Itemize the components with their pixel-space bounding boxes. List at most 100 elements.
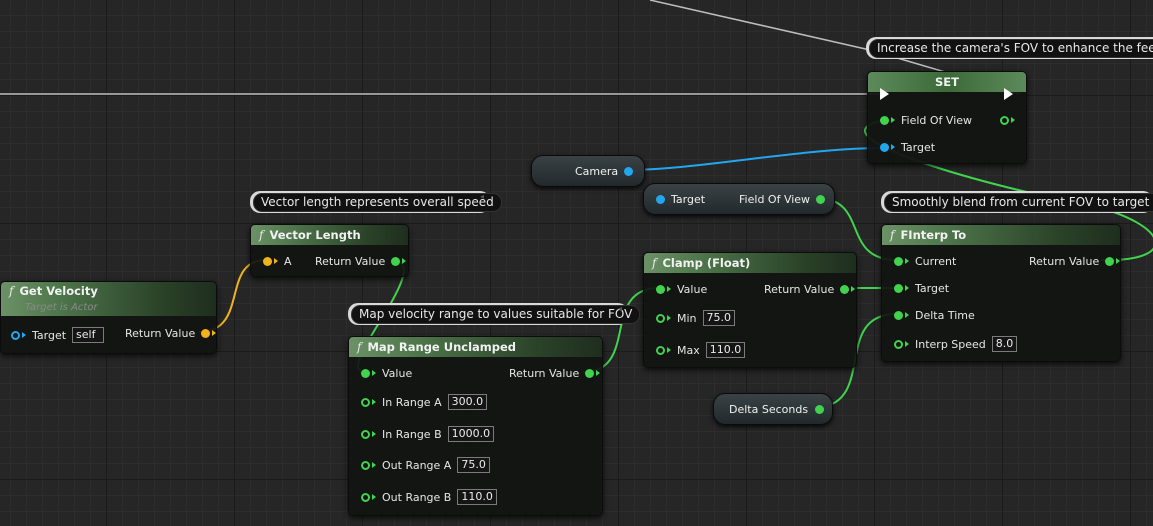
map-range-title: Map Range Unclamped <box>367 340 517 354</box>
float-pin-icon[interactable] <box>656 345 665 355</box>
delta-seconds-node[interactable]: Delta Seconds <box>713 393 833 425</box>
camera-wire <box>623 147 885 171</box>
float-pin-icon[interactable] <box>361 460 370 470</box>
get-velocity-target-label: Target <box>32 328 67 342</box>
clamp-min-value[interactable]: 75.0 <box>702 310 736 326</box>
clamp-value-row[interactable]: Value <box>656 281 707 297</box>
self-value-box[interactable]: self <box>72 327 105 343</box>
out-range-a-value[interactable]: 75.0 <box>457 457 490 473</box>
float-pin-icon[interactable] <box>880 115 889 125</box>
comment-speed[interactable]: Vector length represents overall speed ◂ <box>250 191 502 213</box>
clamp-return-label: Return Value <box>764 282 835 296</box>
float-pin-icon[interactable] <box>894 339 903 349</box>
comment-fov-text: Increase the camera's FOV to enhance the… <box>869 38 1153 58</box>
finterp-header: f FInterp To <box>882 225 1120 245</box>
float-pin-icon[interactable] <box>361 492 370 502</box>
collapse-icon[interactable]: ◂ <box>480 193 487 201</box>
float-pin-icon[interactable] <box>585 368 595 378</box>
vector-length-return-row[interactable]: Return Value <box>315 253 407 269</box>
vector-length-return-label: Return Value <box>315 254 386 268</box>
map-range-in-b-row[interactable]: In Range B 1000.0 <box>361 426 495 442</box>
clamp-min-label: Min <box>677 311 697 325</box>
float-pin-icon[interactable] <box>840 284 850 294</box>
float-pin-icon[interactable] <box>361 429 370 439</box>
float-pin-icon[interactable] <box>1105 256 1115 266</box>
float-pin-icon[interactable] <box>361 397 370 407</box>
map-range-out-b-row[interactable]: Out Range B 110.0 <box>361 489 497 505</box>
finterp-delta-row[interactable]: Delta Time <box>894 307 975 323</box>
object-pin-icon[interactable] <box>11 330 20 340</box>
comment-speed-text: Vector length represents overall speed <box>253 192 502 212</box>
finterp-current-label: Current <box>915 254 957 268</box>
clamp-max-value[interactable]: 110.0 <box>705 342 746 358</box>
set-node-title: SET <box>935 75 959 89</box>
set-fov-pin-row[interactable]: Field Of View <box>880 112 972 128</box>
get-velocity-node[interactable]: f Get Velocity Target is Actor Target se… <box>0 281 217 354</box>
float-pin-icon[interactable] <box>656 313 665 323</box>
fov-getter-node[interactable]: Target Field Of View <box>643 183 835 215</box>
function-icon: f <box>890 228 895 242</box>
map-range-out-a-label: Out Range A <box>382 458 452 472</box>
set-target-pin-row[interactable]: Target <box>880 139 935 155</box>
camera-label: Camera <box>575 164 619 178</box>
map-range-in-a-label: In Range A <box>382 395 442 409</box>
interp-speed-value[interactable]: 8.0 <box>991 336 1018 352</box>
finterp-return-label: Return Value <box>1029 254 1100 268</box>
finterp-current-row[interactable]: Current <box>894 253 956 269</box>
in-range-a-value[interactable]: 300.0 <box>447 394 488 410</box>
float-out-pin-icon[interactable] <box>1000 115 1009 125</box>
map-range-out-b-label: Out Range B <box>382 490 452 504</box>
float-pin-icon[interactable] <box>894 256 903 266</box>
set-fov-out-row[interactable] <box>1000 112 1015 128</box>
float-pin-icon[interactable] <box>656 284 665 294</box>
finterp-delta-label: Delta Time <box>915 308 975 322</box>
get-velocity-return-row[interactable]: Return Value <box>125 325 217 341</box>
object-pin-icon[interactable] <box>880 142 889 152</box>
finterp-target-row[interactable]: Target <box>894 280 949 296</box>
map-range-node[interactable]: f Map Range Unclamped Value Return Value… <box>348 336 603 516</box>
clamp-value-label: Value <box>677 282 708 296</box>
clamp-max-row[interactable]: Max 110.0 <box>656 342 746 358</box>
finterp-return-row[interactable]: Return Value <box>1029 253 1121 269</box>
vector-length-a-row[interactable]: A <box>263 253 292 269</box>
comment-blend[interactable]: Smoothly blend from current FOV to targe… <box>881 191 1153 213</box>
vector-pin-icon[interactable] <box>263 256 272 266</box>
clamp-header: f Clamp (Float) <box>644 253 856 273</box>
float-pin-icon[interactable] <box>894 283 903 293</box>
fov-getter-target-label: Target <box>671 192 706 206</box>
collapse-icon[interactable]: ◂ <box>618 305 625 313</box>
finterp-speed-row[interactable]: Interp Speed 8.0 <box>894 336 1018 352</box>
comment-fov[interactable]: Increase the camera's FOV to enhance the… <box>866 37 1153 59</box>
exec-in-pin[interactable] <box>880 88 889 100</box>
clamp-node[interactable]: f Clamp (Float) Value Return Value Min 7… <box>643 252 857 368</box>
fov-getter-output-label: Field Of View <box>739 192 811 206</box>
get-velocity-title: Get Velocity <box>19 284 98 298</box>
get-velocity-target-row[interactable]: Target self <box>11 327 105 343</box>
map-range-out-a-row[interactable]: Out Range A 75.0 <box>361 457 490 473</box>
delta-seconds-label: Delta Seconds <box>729 402 809 416</box>
camera-variable-node[interactable]: Camera <box>531 155 645 187</box>
map-range-value-label: Value <box>382 366 413 380</box>
exec-out-pin[interactable] <box>1004 88 1013 100</box>
vector-pin-icon[interactable] <box>201 328 211 338</box>
set-target-label: Target <box>901 140 936 154</box>
in-range-b-value[interactable]: 1000.0 <box>447 426 495 442</box>
map-range-header: f Map Range Unclamped <box>349 337 602 357</box>
set-node[interactable]: SET Field Of View Target <box>867 71 1027 164</box>
clamp-min-row[interactable]: Min 75.0 <box>656 310 736 326</box>
get-velocity-subtitle: Target is Actor <box>25 302 98 313</box>
finterp-node[interactable]: f FInterp To Current Return Value Target… <box>881 224 1121 362</box>
float-pin-icon[interactable] <box>391 256 401 266</box>
set-node-header: SET <box>868 72 1026 92</box>
comment-map[interactable]: Map velocity range to values suitable fo… <box>348 303 641 325</box>
clamp-return-row[interactable]: Return Value <box>764 281 856 297</box>
vector-length-title: Vector Length <box>269 228 361 242</box>
float-pin-icon[interactable] <box>894 310 903 320</box>
function-icon: f <box>357 340 362 354</box>
vector-length-node[interactable]: f Vector Length A Return Value <box>250 224 409 277</box>
map-range-in-a-row[interactable]: In Range A 300.0 <box>361 394 488 410</box>
float-pin-icon[interactable] <box>361 368 370 378</box>
map-range-return-row[interactable]: Return Value <box>509 365 601 381</box>
out-range-b-value[interactable]: 110.0 <box>457 489 497 505</box>
map-range-value-row[interactable]: Value <box>361 365 412 381</box>
